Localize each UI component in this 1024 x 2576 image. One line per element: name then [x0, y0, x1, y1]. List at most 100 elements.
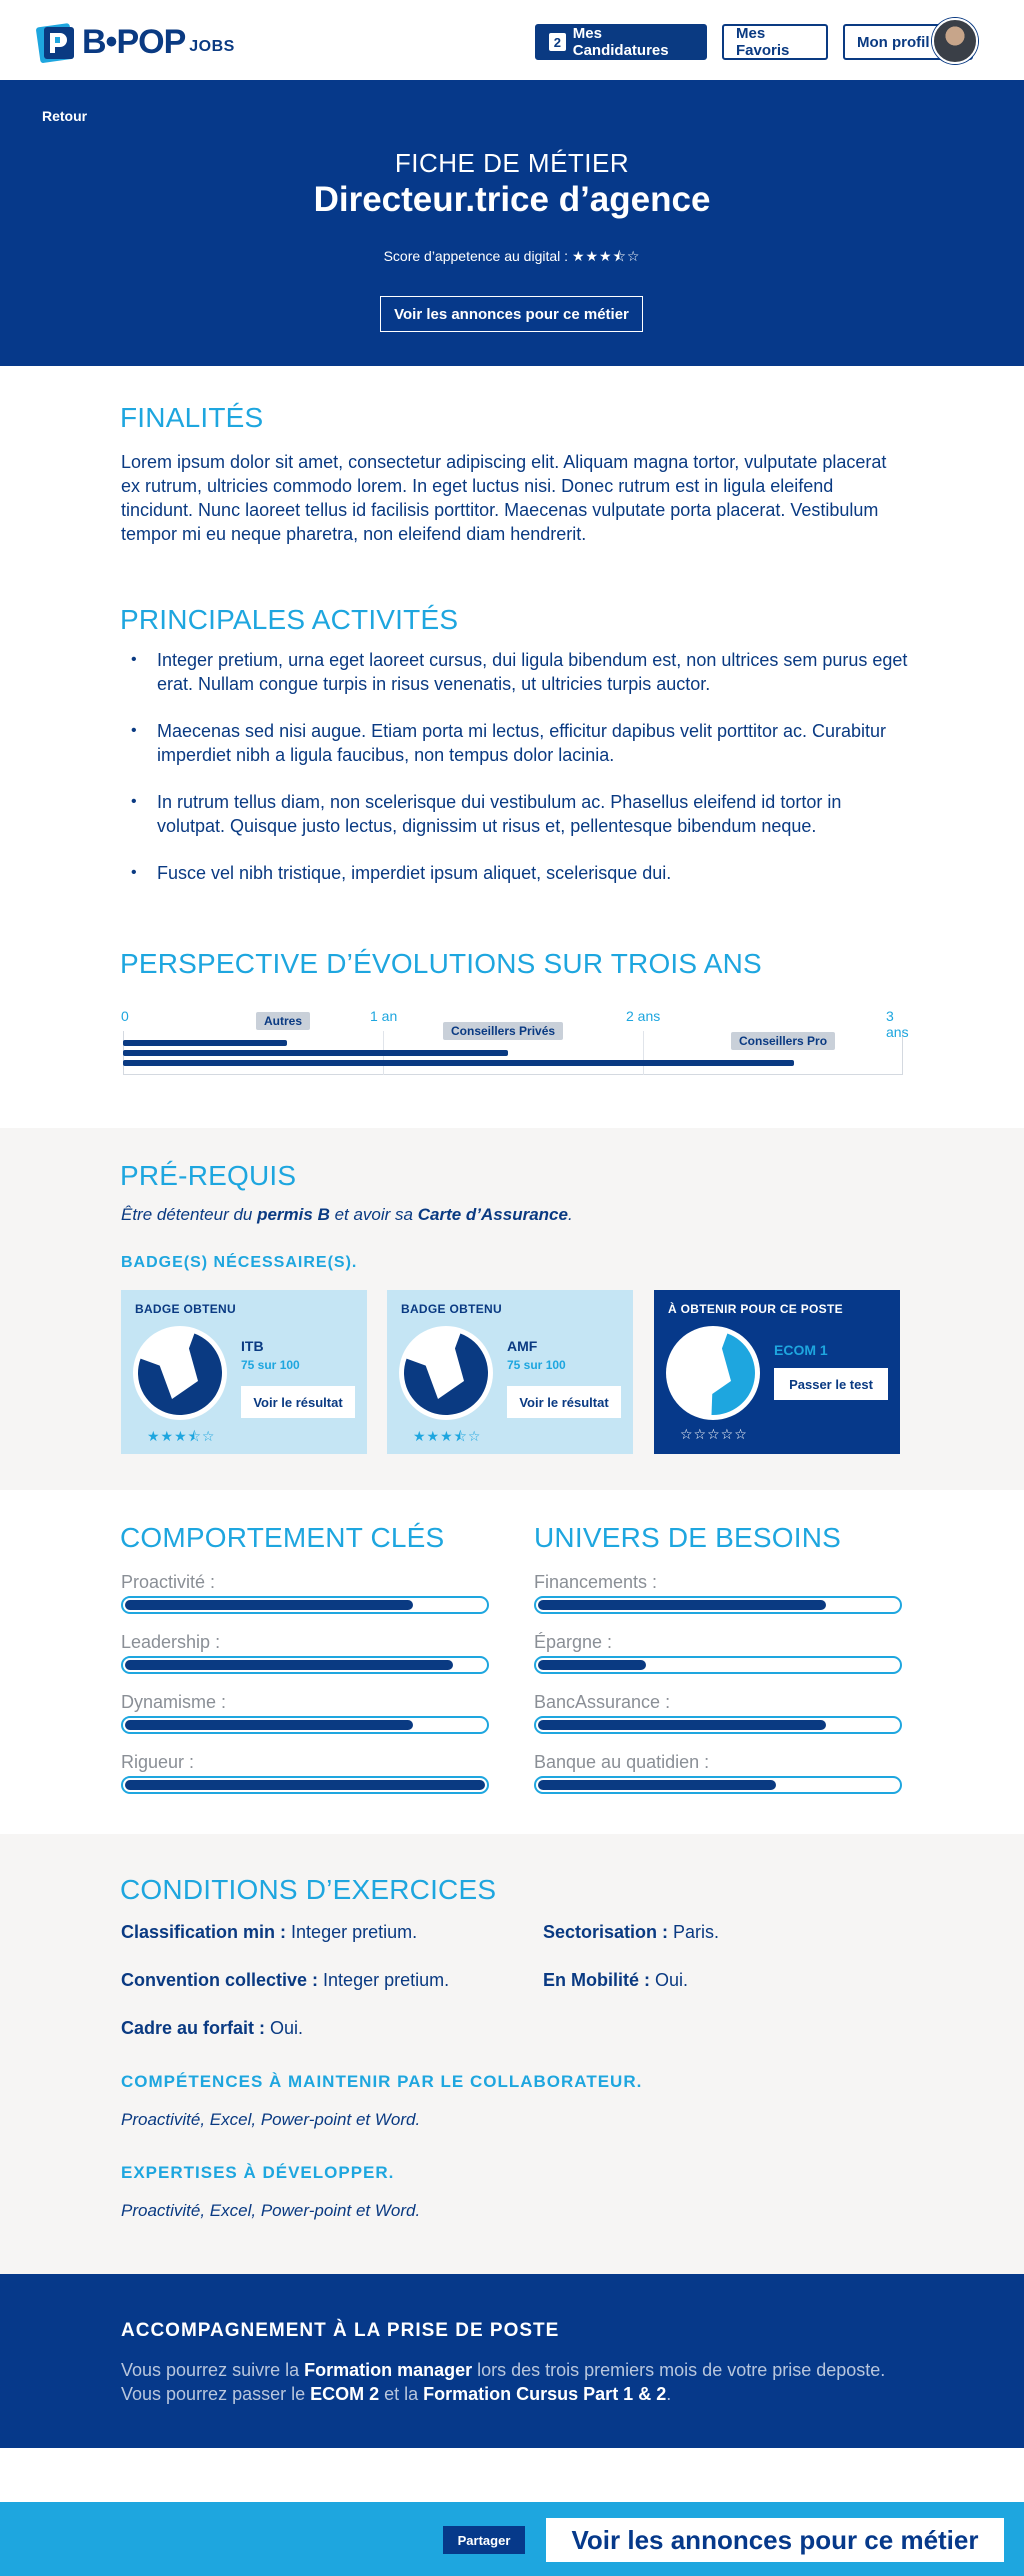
acc-formation-cursus: Formation Cursus Part 1 & 2 [423, 2384, 667, 2404]
avatar[interactable] [932, 18, 978, 64]
favorites-label: Mes Favoris [736, 25, 790, 59]
badge-score: 75 sur 100 [241, 1358, 300, 1372]
classification-label: Classification min : [121, 1922, 287, 1942]
evolution-timeline: 0 1 an 2 ans 3 ans Autres Conseillers Pr… [121, 1006, 909, 1075]
badges-required-title: BADGE(S) NÉCESSAIRE(S). [121, 1254, 358, 1271]
share-button[interactable]: Partager [443, 2526, 525, 2554]
timeline-label-autres: Autres [256, 1012, 311, 1030]
competences-text: Proactivité, Excel, Power-point et Word. [121, 2110, 421, 2129]
timeline-gridline [643, 1031, 644, 1075]
my-applications-button[interactable]: 2 Mes Candidatures [535, 24, 707, 60]
badge-score: 75 sur 100 [507, 1358, 566, 1372]
prerequis-text-part: Être détenteur du [121, 1205, 258, 1224]
badge-progress-icon [399, 1326, 493, 1420]
acc-text-part: Vous pourrez suivre la [121, 2360, 305, 2380]
list-item: In rutrum tellus diam, non scelerisque d… [121, 790, 911, 838]
top-navigation-bar: B•POP JOBS 2 Mes Candidatures Mes Favori… [0, 0, 1024, 80]
gauge-label: Épargne : [534, 1632, 613, 1652]
sticky-footer-bar: Partager Voir les annonces pour ce métie… [0, 2502, 1024, 2576]
mobilite-row: En Mobilité : Oui. [543, 1970, 688, 1991]
finalites-title: FINALITÉS [120, 402, 264, 433]
badge-kicker: À OBTENIR POUR CE POSTE [668, 1302, 843, 1316]
comportement-title: COMPORTEMENT CLÉS [120, 1522, 445, 1553]
convention-row: Convention collective : Integer pretium. [121, 1970, 449, 1991]
prerequis-title: PRÉ-REQUIS [120, 1160, 297, 1191]
logo-text: B•POP [82, 22, 186, 61]
classification-value: Integer pretium. [286, 1922, 418, 1942]
badge-name: ECOM 1 [774, 1342, 828, 1358]
digital-score-stars: ★★★⯪☆ [571, 248, 641, 264]
view-result-button[interactable]: Voir le résultat [507, 1386, 621, 1418]
convention-value: Integer pretium. [318, 1970, 450, 1990]
page-title: Directeur.trice d’agence [313, 180, 711, 219]
my-favorites-button[interactable]: Mes Favoris [722, 24, 828, 60]
forfait-value: Oui. [265, 2018, 304, 2038]
gauge-track [121, 1596, 489, 1614]
expertises-title: EXPERTISES À DÉVELOPPER. [121, 2163, 395, 2182]
acc-text-part: . [666, 2384, 672, 2404]
badge-stars: ★★★⯪☆ [413, 1428, 482, 1444]
badge-name: ITB [241, 1338, 264, 1354]
badge-kicker: BADGE OBTENU [135, 1302, 236, 1316]
hero-kicker: FICHE DE MÉTIER [394, 148, 630, 178]
gauge-label: Dynamisme : [121, 1692, 227, 1712]
profile-label: Mon profil [857, 33, 930, 51]
forfait-label: Cadre au forfait : [121, 2018, 266, 2038]
timeline-tick: 3 ans [886, 1008, 909, 1040]
back-link[interactable]: Retour [42, 108, 87, 124]
acc-formation-manager: Formation manager [304, 2360, 473, 2380]
classification-row: Classification min : Integer pretium. [121, 1922, 417, 1943]
timeline-bar-conseillers-pro [123, 1060, 794, 1066]
logo-subtext: JOBS [189, 38, 235, 55]
take-test-button[interactable]: Passer le test [774, 1368, 888, 1400]
gauge-fill [538, 1660, 646, 1670]
mobilite-label: En Mobilité : [543, 1970, 650, 1990]
view-job-offers-button[interactable]: Voir les annonces pour ce métier [380, 296, 643, 332]
applications-label: Mes Candidatures [572, 25, 669, 59]
badge-stars: ☆☆☆☆☆ [680, 1426, 748, 1442]
list-item: Fusce vel nibh tristique, imperdiet ipsu… [121, 861, 911, 885]
logo-mark-icon [36, 21, 78, 63]
gauge-fill [125, 1780, 485, 1790]
gauge-fill [538, 1600, 826, 1610]
acc-ecom2: ECOM 2 [310, 2384, 380, 2404]
gauge-track [534, 1656, 902, 1674]
gauge-label: Rigueur : [121, 1752, 195, 1772]
bpop-jobs-logo[interactable]: B•POP JOBS [36, 20, 235, 64]
footer-view-job-offers-button[interactable]: Voir les annonces pour ce métier [546, 2518, 1004, 2562]
badge-card-itb: BADGE OBTENU ITB 75 sur 100 Voir le résu… [121, 1290, 367, 1454]
view-result-button[interactable]: Voir le résultat [241, 1386, 355, 1418]
badge-progress-icon [133, 1326, 227, 1420]
gauge-fill [125, 1660, 453, 1670]
prerequis-carte: Carte d’Assurance [417, 1205, 568, 1224]
gauge-label: Financements : [534, 1572, 658, 1592]
timeline-tick: 0 [121, 1008, 129, 1024]
accompagnement-text: Vous pourrez suivre la Formation manager… [121, 2358, 901, 2406]
sectorisation-label: Sectorisation : [543, 1922, 669, 1942]
gauge-fill [125, 1600, 413, 1610]
timeline-tick: 1 an [370, 1008, 398, 1024]
acc-text-part: et la [379, 2384, 424, 2404]
badge-name: AMF [507, 1338, 538, 1354]
evolution-title: PERSPECTIVE D’ÉVOLUTIONS SUR TROIS ANS [120, 948, 762, 979]
gauge-track [534, 1596, 902, 1614]
finalites-text: Lorem ipsum dolor sit amet, consectetur … [121, 452, 887, 544]
gauge-label: Leadership : [121, 1632, 221, 1652]
digital-score-label: Score d’appetence au digital : [383, 248, 569, 264]
gauge-fill [538, 1780, 776, 1790]
gauge-label: Proactivité : [121, 1572, 216, 1592]
prerequis-text-part: . [567, 1205, 573, 1224]
forfait-row: Cadre au forfait : Oui. [121, 2018, 303, 2039]
gauge-fill [538, 1720, 826, 1730]
badge-kicker: BADGE OBTENU [401, 1302, 502, 1316]
prerequis-permis: permis B [257, 1205, 330, 1224]
mobilite-value: Oui. [650, 1970, 689, 1990]
list-item: Maecenas sed nisi augue. Etiam porta mi … [121, 719, 911, 767]
timeline-bar-conseillers-prives [123, 1050, 508, 1056]
prerequis-text: Être détenteur du permis B et avoir sa C… [121, 1205, 573, 1225]
competences-title: COMPÉTENCES À MAINTENIR PAR LE COLLABORA… [121, 2072, 643, 2091]
badge-stars: ★★★⯪☆ [147, 1428, 216, 1444]
sectorisation-value: Paris. [668, 1922, 720, 1942]
timeline-label-conseillers-pro: Conseillers Pro [731, 1032, 836, 1050]
sectorisation-row: Sectorisation : Paris. [543, 1922, 719, 1943]
